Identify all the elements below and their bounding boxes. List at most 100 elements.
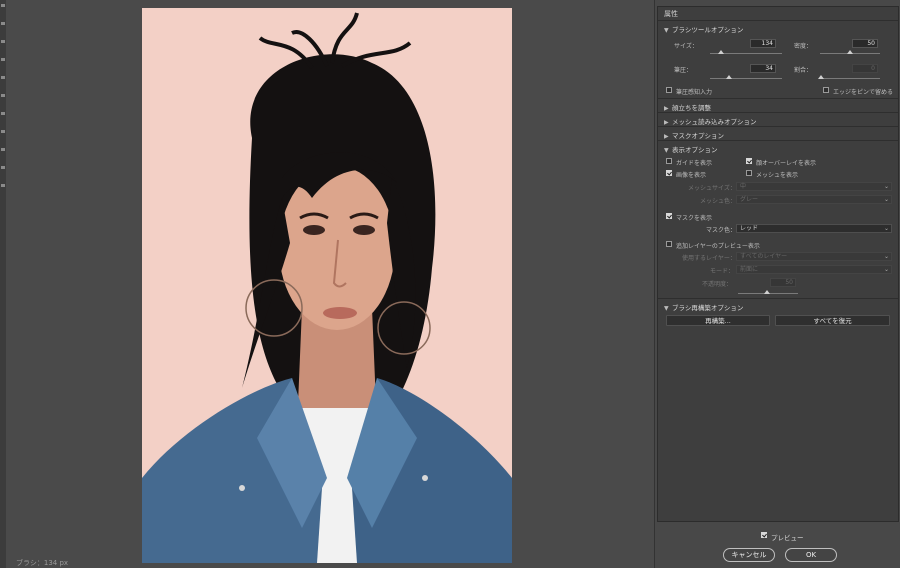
show-mesh-label: メッシュを表示	[756, 172, 799, 179]
view-options-header[interactable]: ▼ 表示オプション	[664, 144, 718, 154]
preview-label: プレビュー	[771, 534, 804, 542]
view-options-title: 表示オプション	[672, 146, 718, 154]
mask-color-label: マスク色：	[706, 227, 737, 234]
expanded-triangle-icon: ▼	[664, 305, 669, 312]
chevron-down-icon: ⌄	[883, 253, 889, 260]
size-label: サイズ：	[674, 43, 698, 50]
mask-options-title: マスクオプション	[672, 132, 724, 140]
mask-color-value: レッド	[740, 225, 759, 232]
ok-button[interactable]: OK	[785, 548, 837, 562]
show-image-checkbox[interactable]	[666, 170, 672, 176]
pin-edges-checkbox[interactable]	[823, 87, 829, 93]
properties-panel: 属性 ▼ ブラシツールオプション サイズ： 134 密度： 50 筆圧： 34 割…	[654, 0, 900, 568]
chevron-down-icon: ⌄	[883, 266, 889, 273]
show-mesh-checkbox[interactable]	[746, 170, 752, 176]
portrait-photo[interactable]	[142, 8, 512, 563]
show-backdrop-label: 追加レイヤーのプレビュー表示	[676, 243, 760, 250]
mode-select[interactable]: 前面に ⌄	[736, 265, 892, 274]
density-slider-thumb[interactable]	[847, 50, 853, 54]
use-layer-value: すべてのレイヤー	[740, 253, 788, 260]
face-aware-header[interactable]: ▶ 顔立ちを調整	[664, 102, 711, 112]
reconstruct-title: ブラシ再構築オプション	[672, 304, 744, 312]
expanded-triangle-icon: ▼	[664, 27, 669, 34]
hand-tool-icon[interactable]	[1, 184, 5, 187]
cancel-button[interactable]: キャンセル	[723, 548, 775, 562]
bloat-tool-icon[interactable]	[1, 94, 5, 97]
mask-color-select[interactable]: レッド ⌄	[736, 224, 892, 233]
show-image-label: 画像を表示	[676, 172, 707, 179]
pin-edges-label: エッジをピンで留める	[833, 89, 894, 96]
restore-all-button[interactable]: すべてを復元	[775, 315, 890, 326]
use-layer-select[interactable]: すべてのレイヤー ⌄	[736, 252, 892, 261]
twirl-tool-icon[interactable]	[1, 58, 5, 61]
face-aware-title: 顔立ちを調整	[672, 104, 711, 112]
chevron-down-icon: ⌄	[883, 196, 889, 203]
chevron-down-icon: ⌄	[883, 183, 889, 190]
use-layer-label: 使用するレイヤー：	[682, 255, 736, 262]
pressure-slider[interactable]	[710, 78, 782, 79]
load-mesh-header[interactable]: ▶ メッシュ読み込みオプション	[664, 116, 757, 126]
brush-options-header[interactable]: ▼ ブラシツールオプション	[664, 24, 743, 34]
brush-options-title: ブラシツールオプション	[672, 26, 744, 34]
mesh-size-value: 中	[740, 183, 747, 190]
pressure-input[interactable]: 34	[750, 64, 776, 73]
mesh-color-label: メッシュ色：	[700, 198, 737, 205]
mode-value: 前面に	[740, 266, 759, 273]
pucker-tool-icon[interactable]	[1, 76, 5, 79]
load-mesh-section[interactable]: ▶ メッシュ読み込みオプション	[658, 112, 898, 127]
mode-label: モード：	[710, 268, 735, 275]
mesh-color-select[interactable]: グレー ⌄	[736, 195, 892, 204]
mask-options-section[interactable]: ▶ マスクオプション	[658, 126, 898, 141]
show-mask-checkbox[interactable]	[666, 213, 672, 219]
thaw-mask-tool-icon[interactable]	[1, 148, 5, 151]
push-left-tool-icon[interactable]	[1, 112, 5, 115]
opacity-input[interactable]: 50	[770, 278, 796, 287]
expanded-triangle-icon: ▼	[664, 147, 669, 154]
opacity-label: 不透明度：	[702, 281, 733, 288]
brush-options-section: ▼ ブラシツールオプション サイズ： 134 密度： 50 筆圧： 34 割合： …	[658, 20, 898, 99]
preview-checkbox[interactable]	[761, 532, 767, 538]
rate-input[interactable]: 0	[852, 64, 878, 73]
size-input[interactable]: 134	[750, 39, 776, 48]
reconstruct-button[interactable]: 再構築...	[666, 315, 770, 326]
face-aware-section[interactable]: ▶ 顔立ちを調整	[658, 98, 898, 113]
canvas-area[interactable]: ブラシ：134 px	[6, 0, 654, 568]
panel-title: 属性	[664, 10, 678, 18]
reconstruct-section: ▼ ブラシ再構築オプション 再構築... すべてを復元	[658, 298, 898, 339]
rate-label: 割合：	[794, 67, 813, 74]
view-options-section: ▼ 表示オプション ガイドを表示 顔オーバーレイを表示 画像を表示 メッシュを表示…	[658, 140, 898, 299]
collapsed-triangle-icon: ▶	[664, 119, 669, 126]
opacity-slider-thumb[interactable]	[764, 290, 770, 294]
rate-slider[interactable]	[820, 78, 880, 79]
show-face-overlay-label: 顔オーバーレイを表示	[756, 160, 816, 167]
stylus-pressure-label: 筆圧感知入力	[676, 89, 713, 96]
mesh-color-value: グレー	[740, 196, 759, 203]
show-face-overlay-checkbox[interactable]	[746, 158, 752, 164]
face-tool-icon[interactable]	[1, 166, 5, 169]
collapsed-triangle-icon: ▶	[664, 105, 669, 112]
pressure-label: 筆圧：	[674, 67, 693, 74]
show-backdrop-checkbox[interactable]	[666, 241, 672, 247]
forward-warp-tool-icon[interactable]	[1, 4, 5, 7]
mesh-size-label: メッシュサイズ：	[688, 185, 736, 192]
chevron-down-icon: ⌄	[883, 225, 889, 232]
show-mask-label: マスクを表示	[676, 215, 713, 222]
mask-options-header[interactable]: ▶ マスクオプション	[664, 130, 724, 140]
stylus-pressure-checkbox[interactable]	[666, 87, 672, 93]
properties-panel-body: 属性 ▼ ブラシツールオプション サイズ： 134 密度： 50 筆圧： 34 割…	[657, 6, 899, 522]
pressure-slider-thumb[interactable]	[726, 75, 732, 79]
mesh-size-select[interactable]: 中 ⌄	[736, 182, 892, 191]
density-input[interactable]: 50	[852, 39, 878, 48]
show-guides-checkbox[interactable]	[666, 158, 672, 164]
load-mesh-title: メッシュ読み込みオプション	[672, 118, 757, 126]
smooth-tool-icon[interactable]	[1, 40, 5, 43]
density-label: 密度：	[794, 43, 813, 50]
reconstruct-tool-icon[interactable]	[1, 22, 5, 25]
collapsed-triangle-icon: ▶	[664, 133, 669, 140]
freeze-mask-tool-icon[interactable]	[1, 130, 5, 133]
size-slider-thumb[interactable]	[718, 50, 724, 54]
status-text: ブラシ：134 px	[16, 559, 69, 567]
rate-slider-thumb[interactable]	[818, 75, 824, 79]
portrait-illustration	[142, 8, 512, 563]
reconstruct-header[interactable]: ▼ ブラシ再構築オプション	[664, 302, 743, 312]
